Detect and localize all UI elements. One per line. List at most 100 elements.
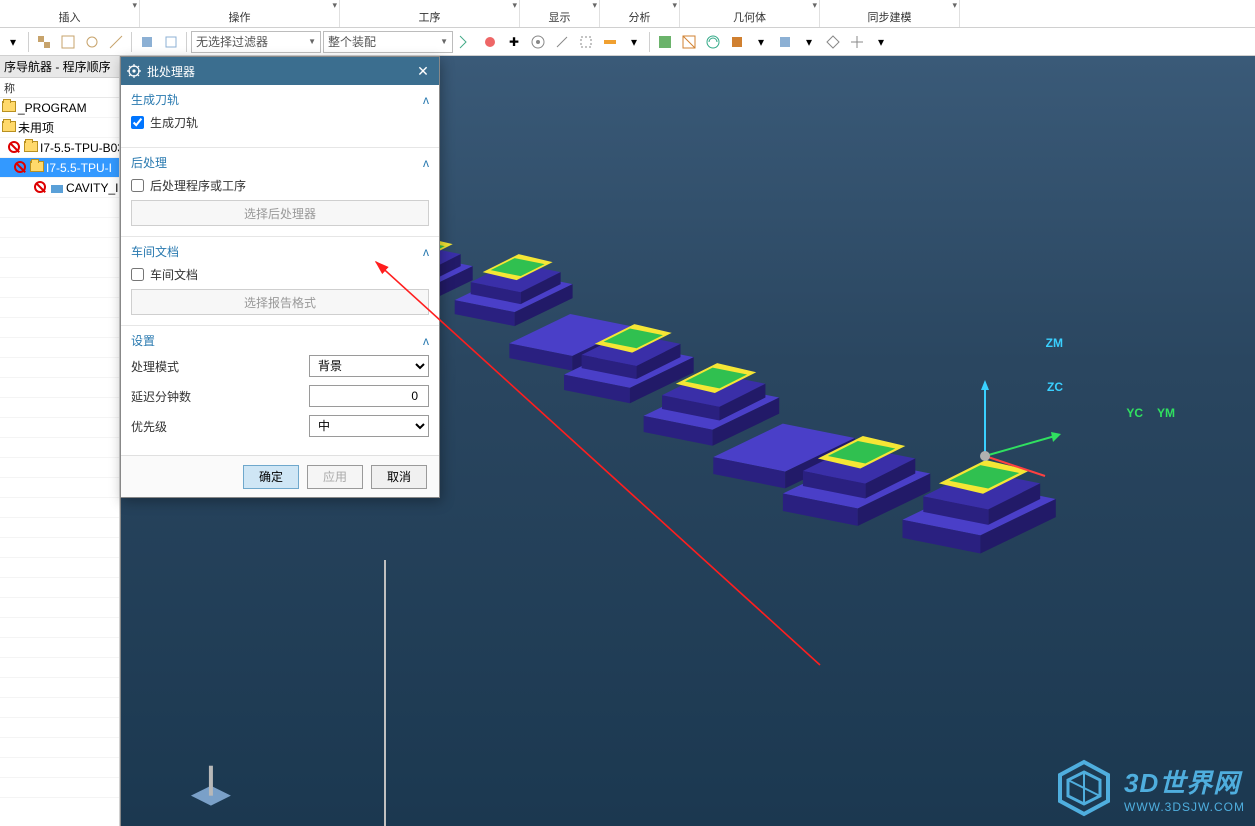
tool-icon-3[interactable] (81, 31, 103, 53)
ok-button[interactable]: 确定 (243, 465, 299, 489)
program-tree[interactable]: _PROGRAM 未用项 I7-5.5-TPU-B03 I7-5.5-TPU-I… (0, 98, 119, 798)
postprocess-checkbox-row[interactable]: 后处理程序或工序 (131, 177, 429, 194)
separator (28, 32, 29, 52)
secondary-toolbar: ▾ 无选择过滤器▼ 整个装配▼ ✚ ▾ ▾ ▾ ▾ (0, 28, 1255, 56)
axis-label-ym: YM (1157, 406, 1175, 420)
chevron-up-icon: ʌ (423, 93, 429, 107)
menu-dropdown-icon[interactable]: ▾ (2, 31, 24, 53)
ribbon-group-sync[interactable]: ▾同步建模 (820, 0, 960, 27)
tool-icon-19[interactable]: ▾ (750, 31, 772, 53)
batch-processor-dialog: 批处理器 ✕ 生成刀轨ʌ 生成刀轨 后处理ʌ 后处理程序或工序 选择后处理器 车… (120, 56, 440, 498)
section-title: 后处理 (131, 154, 167, 171)
process-mode-label: 处理模式 (131, 358, 301, 375)
section-header[interactable]: 设置 ʌ (131, 332, 429, 349)
ribbon-group-display[interactable]: ▾显示 (520, 0, 600, 27)
ribbon-label-process: 工序 (419, 7, 441, 25)
tool-icon-4[interactable] (105, 31, 127, 53)
tool-icon-16[interactable] (678, 31, 700, 53)
section-title: 车间文档 (131, 243, 179, 260)
tool-icon-6[interactable] (160, 31, 182, 53)
shopfloor-checkbox[interactable] (131, 268, 144, 281)
tree-label: _PROGRAM (18, 101, 87, 115)
tool-icon-11[interactable] (551, 31, 573, 53)
priority-label: 优先级 (131, 418, 301, 435)
section-shopfloor: 车间文档ʌ 车间文档 选择报告格式 (121, 236, 439, 325)
generate-toolpath-checkbox-row[interactable]: 生成刀轨 (131, 114, 429, 131)
tool-icon-15[interactable] (654, 31, 676, 53)
tree-label: CAVITY_I (66, 181, 118, 195)
tool-icon-17[interactable] (702, 31, 724, 53)
tool-icon-24[interactable]: ▾ (870, 31, 892, 53)
tool-icon-12[interactable] (575, 31, 597, 53)
dialog-title-text: 批处理器 (147, 63, 195, 80)
chevron-up-icon: ʌ (423, 334, 429, 348)
tool-icon-18[interactable] (726, 31, 748, 53)
ribbon-group-insert[interactable]: ▾插入 (0, 0, 140, 27)
delay-label: 延迟分钟数 (131, 388, 301, 405)
close-icon[interactable]: ✕ (413, 61, 433, 81)
select-report-format-button: 选择报告格式 (131, 289, 429, 315)
section-header[interactable]: 生成刀轨ʌ (131, 91, 429, 108)
section-postprocess: 后处理ʌ 后处理程序或工序 选择后处理器 (121, 147, 439, 236)
generate-toolpath-checkbox[interactable] (131, 116, 144, 129)
tree-row-program[interactable]: _PROGRAM (0, 98, 119, 118)
dialog-titlebar[interactable]: 批处理器 ✕ (121, 57, 439, 85)
separator (186, 32, 187, 52)
tree-row-part2-selected[interactable]: I7-5.5-TPU-I (0, 158, 119, 178)
gear-icon (127, 64, 141, 78)
section-title: 设置 (131, 332, 155, 349)
ribbon-group-process[interactable]: ▾工序 (340, 0, 520, 27)
assembly-combo[interactable]: 整个装配▼ (323, 31, 453, 53)
cancel-button[interactable]: 取消 (371, 465, 427, 489)
tool-icon-7[interactable] (455, 31, 477, 53)
section-generate-toolpath: 生成刀轨ʌ 生成刀轨 (121, 85, 439, 147)
checkbox-label: 车间文档 (150, 266, 198, 283)
tree-row-cavity[interactable]: CAVITY_I (0, 178, 119, 198)
filter-combo[interactable]: 无选择过滤器▼ (191, 31, 321, 53)
tool-icon-21[interactable]: ▾ (798, 31, 820, 53)
ribbon-label-insert: 插入 (59, 7, 81, 25)
tree-label: 未用项 (18, 119, 54, 136)
axis-label-zc: ZC (1047, 380, 1063, 394)
tool-icon-8[interactable] (479, 31, 501, 53)
axis-label-zm: ZM (1046, 336, 1063, 350)
tree-row-part1[interactable]: I7-5.5-TPU-B03 (0, 138, 119, 158)
watermark-logo-icon (1054, 758, 1114, 818)
tool-icon-23[interactable] (846, 31, 868, 53)
tool-icon-22[interactable] (822, 31, 844, 53)
watermark-title: 3D世界网 (1124, 763, 1245, 800)
checkbox-label: 后处理程序或工序 (150, 177, 246, 194)
tool-icon-10[interactable] (527, 31, 549, 53)
tree-label: I7-5.5-TPU-B03 (40, 141, 119, 155)
section-settings: 设置 ʌ 处理模式 背景 延迟分钟数 优先级 中 (121, 325, 439, 455)
section-header[interactable]: 后处理ʌ (131, 154, 429, 171)
section-header[interactable]: 车间文档ʌ (131, 243, 429, 260)
process-mode-select[interactable]: 背景 (309, 355, 429, 377)
delay-minutes-input[interactable] (309, 385, 429, 407)
dialog-footer: 确定 应用 取消 (121, 455, 439, 497)
tool-icon-14[interactable]: ▾ (623, 31, 645, 53)
priority-select[interactable]: 中 (309, 415, 429, 437)
process-mode-row: 处理模式 背景 (131, 355, 429, 377)
ribbon-group-geom[interactable]: ▾几何体 (680, 0, 820, 27)
navigator-title: 序导航器 - 程序顺序 (0, 56, 119, 78)
ribbon-label-op: 操作 (229, 7, 251, 25)
panel-divider[interactable] (384, 560, 386, 826)
shopfloor-checkbox-row[interactable]: 车间文档 (131, 266, 429, 283)
select-postprocessor-button: 选择后处理器 (131, 200, 429, 226)
tool-icon-9[interactable]: ✚ (503, 31, 525, 53)
ribbon-group-op[interactable]: ▾操作 (140, 0, 340, 27)
tree-row-unused[interactable]: 未用项 (0, 118, 119, 138)
tool-icon-5[interactable] (136, 31, 158, 53)
separator (131, 32, 132, 52)
ribbon-label-sync: 同步建模 (868, 7, 912, 25)
ribbon-group-analysis[interactable]: ▾分析 (600, 0, 680, 27)
tool-icon-13[interactable] (599, 31, 621, 53)
postprocess-checkbox[interactable] (131, 179, 144, 192)
delay-row: 延迟分钟数 (131, 385, 429, 407)
tool-icon-1[interactable] (33, 31, 55, 53)
tool-icon-2[interactable] (57, 31, 79, 53)
tree-label: I7-5.5-TPU-I (46, 161, 112, 175)
axis-label-yc: YC (1126, 406, 1143, 420)
tool-icon-20[interactable] (774, 31, 796, 53)
